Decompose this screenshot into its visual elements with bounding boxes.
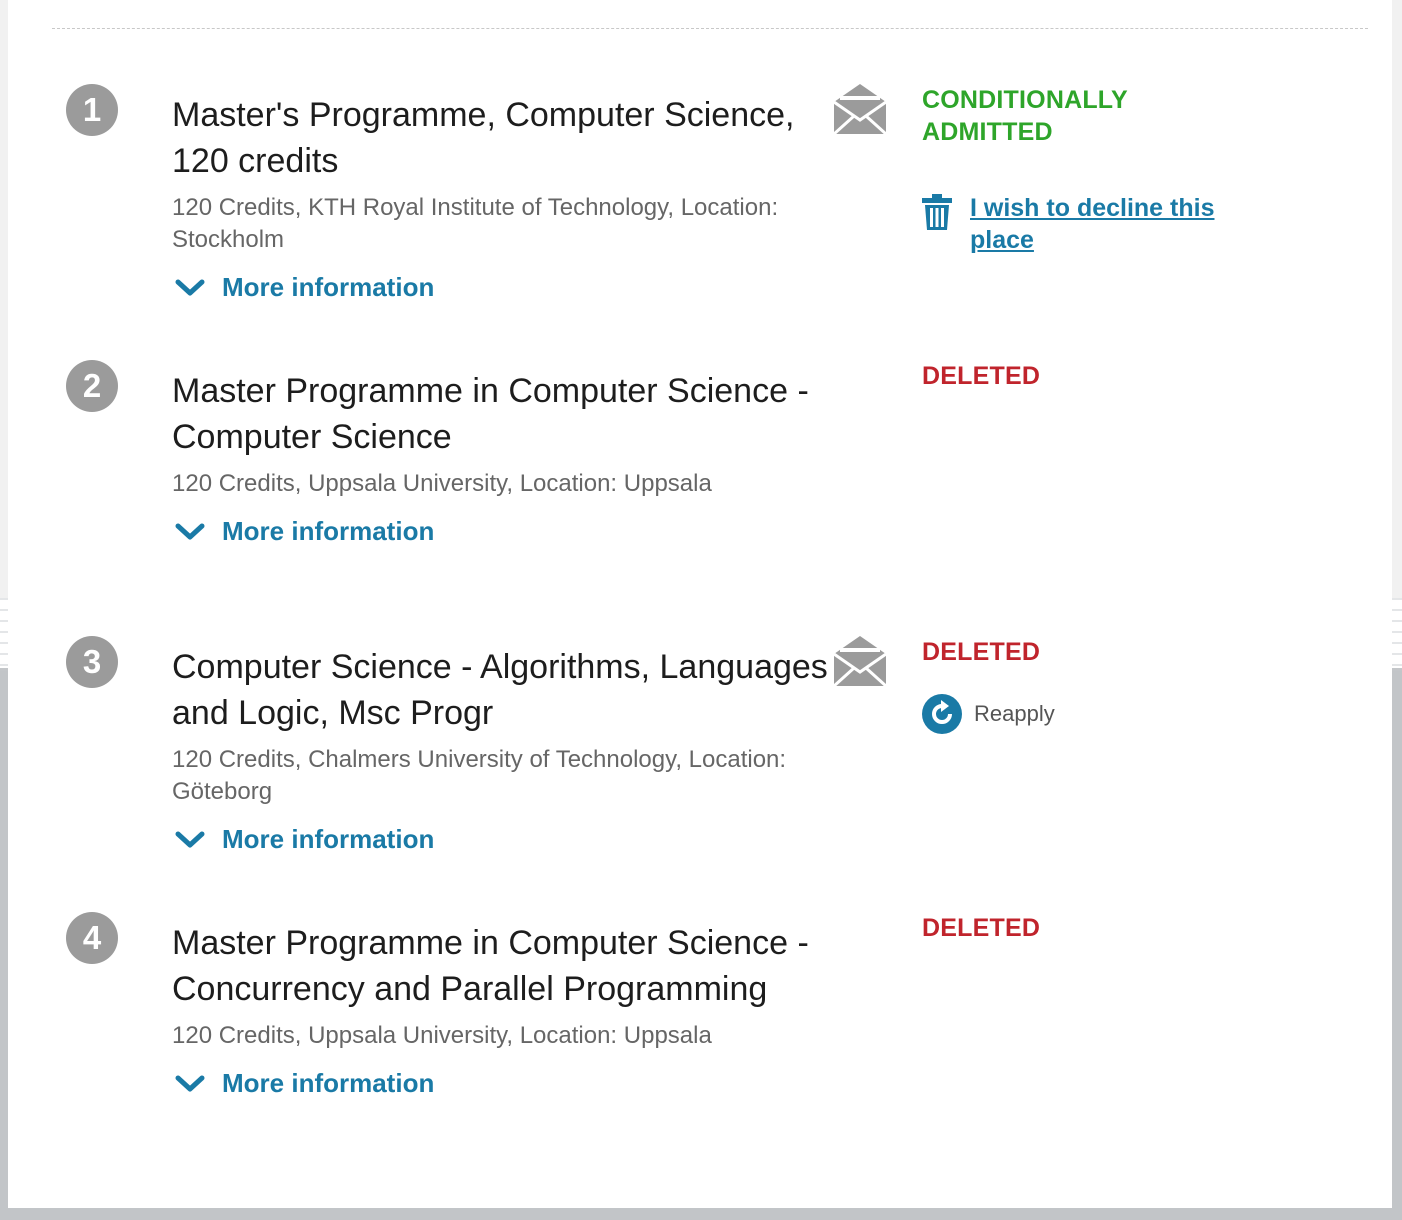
status-badge: DELETED	[922, 914, 1041, 942]
more-information-toggle[interactable]: More information	[172, 516, 434, 547]
programme-meta: 120 Credits, KTH Royal Institute of Tech…	[172, 194, 779, 253]
status-badge: DELETED	[922, 362, 1041, 390]
application-list-panel: 1 Master's Programme, Computer Science, …	[8, 0, 1392, 1208]
status-badge: CONDITIONALLY ADMITTED	[922, 86, 1128, 146]
more-information-label: More information	[222, 516, 435, 546]
programme-title: Master Programme in Computer Science - C…	[172, 924, 809, 1008]
programme-title: Computer Science - Algorithms, Languages…	[172, 648, 828, 732]
rank-badge: 4	[66, 912, 118, 964]
more-information-label: More information	[222, 1068, 435, 1098]
decline-place-action[interactable]: I wish to decline this place	[922, 192, 1250, 256]
programme-title: Master's Programme, Computer Science, 12…	[172, 96, 795, 180]
chevron-down-icon	[175, 1075, 205, 1091]
rank-badge: 3	[66, 636, 118, 688]
status-badge: DELETED	[922, 638, 1041, 666]
reapply-label[interactable]: Reapply	[974, 701, 1055, 727]
more-information-label: More information	[222, 824, 435, 854]
programme-title: Master Programme in Computer Science - C…	[172, 372, 809, 456]
more-information-toggle[interactable]: More information	[172, 272, 434, 303]
chevron-down-icon	[175, 523, 205, 539]
trash-icon	[922, 194, 952, 230]
rank-badge: 1	[66, 84, 118, 136]
programme-meta: 120 Credits, Uppsala University, Locatio…	[172, 1022, 712, 1049]
more-information-toggle[interactable]: More information	[172, 1068, 434, 1099]
more-information-label: More information	[222, 272, 435, 302]
programme-meta: 120 Credits, Chalmers University of Tech…	[172, 746, 787, 805]
envelope-icon[interactable]	[834, 84, 886, 134]
more-information-toggle[interactable]: More information	[172, 824, 434, 855]
programme-meta: 120 Credits, Uppsala University, Locatio…	[172, 470, 712, 497]
section-divider	[52, 28, 1368, 29]
envelope-icon[interactable]	[834, 636, 886, 686]
decline-place-link[interactable]: I wish to decline this place	[970, 192, 1250, 256]
chevron-down-icon	[175, 279, 205, 295]
reapply-action[interactable]: Reapply	[922, 694, 1055, 734]
chevron-down-icon	[175, 831, 205, 847]
rank-badge: 2	[66, 360, 118, 412]
reapply-icon	[922, 694, 962, 734]
